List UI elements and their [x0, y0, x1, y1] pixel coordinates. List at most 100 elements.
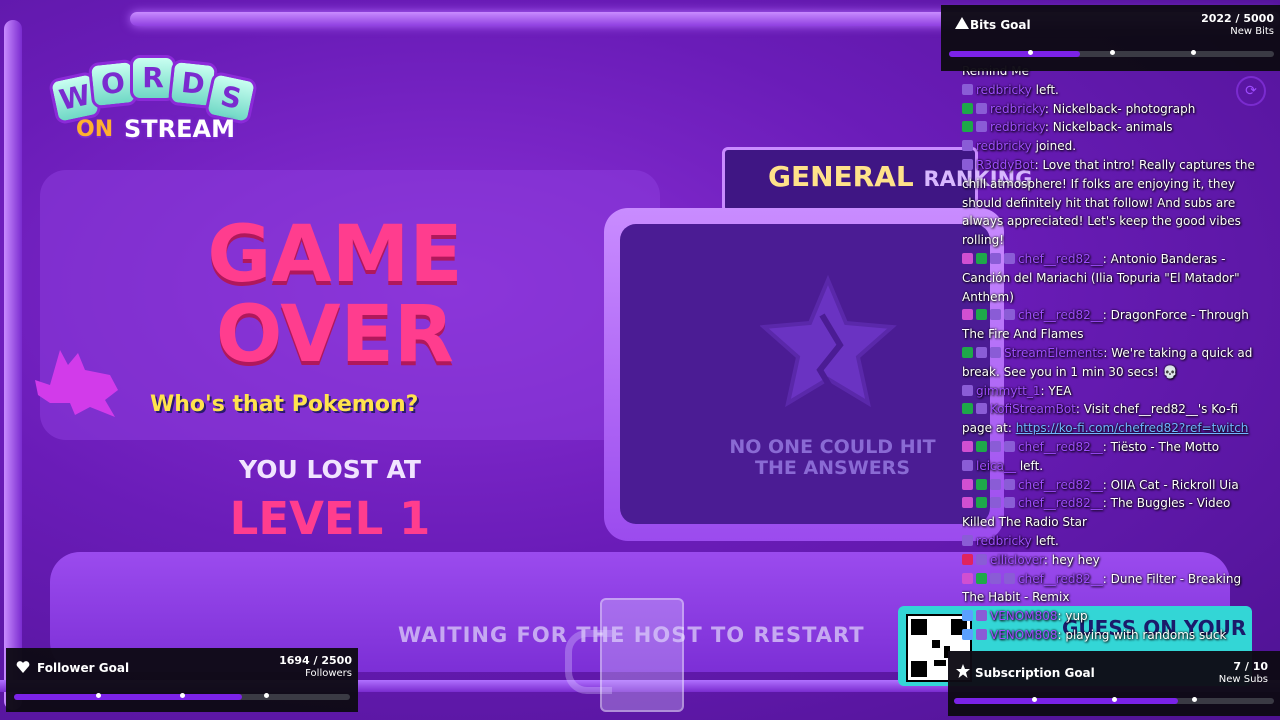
bits-goal-unit: New Bits: [1230, 26, 1274, 37]
mod-badge-icon: [962, 140, 973, 152]
mod-badge-icon: [976, 346, 987, 358]
mod-badge-icon: [990, 440, 1001, 452]
chat-username[interactable]: StreamElements: [1004, 346, 1103, 360]
logo-on: ON: [76, 117, 114, 142]
mod-badge-icon: [976, 628, 987, 640]
check-badge-icon: [962, 403, 973, 415]
sub-badge-icon: [962, 497, 973, 509]
chat-message: chef__red82__: Tiësto - The Motto: [962, 438, 1264, 457]
chat-username[interactable]: chef__red82__: [1018, 440, 1103, 454]
chat-separator: :: [1102, 308, 1111, 323]
goal-milestone-tick: [1109, 50, 1115, 55]
chat-message: VENOM808: playing with randoms suck: [962, 626, 1264, 645]
chat-text: Nickelback- photograph: [1052, 101, 1196, 116]
chat-username[interactable]: chef__red82__: [1018, 252, 1103, 266]
ranking-title-main: GENERAL: [768, 160, 914, 193]
chat-username[interactable]: VENOM808: [990, 609, 1057, 623]
chat-separator: :: [1043, 552, 1052, 567]
mod-badge-icon: [962, 534, 973, 546]
chat-text: OIIA Cat - Rickroll Uia: [1110, 477, 1239, 492]
goal-milestone-tick: [1032, 697, 1037, 702]
subscription-goal-title: Subscription Goal: [975, 666, 1095, 680]
chat-username[interactable]: chef__red82__: [1018, 496, 1103, 510]
sub-badge-icon: [962, 572, 973, 584]
chat-username[interactable]: elliclover: [990, 553, 1044, 567]
follower-goal-title: Follower Goal: [37, 661, 130, 675]
chat-message: elliclover: hey hey: [962, 551, 1264, 570]
chat-separator: :: [1102, 439, 1111, 454]
check-badge-icon: [976, 497, 987, 509]
check-badge-icon: [976, 252, 987, 264]
chat-text: YEA: [1048, 383, 1072, 398]
chat-message: chef__red82__: Antonio Banderas - Canció…: [962, 250, 1264, 306]
mod-badge-icon: [990, 346, 1001, 358]
chat-text: left.: [1035, 82, 1059, 97]
mod-badge-icon: [1004, 252, 1015, 264]
mod-badge-icon: [990, 497, 1001, 509]
bits-goal-count: 2022 / 5000: [1201, 12, 1274, 25]
chat-separator: :: [1044, 120, 1053, 135]
chat-link[interactable]: https://ko-fi.com/chefred82?ref=twitch: [1016, 421, 1249, 435]
mod-badge-icon: [962, 158, 973, 170]
chat-username[interactable]: redbricky: [976, 139, 1032, 153]
bits-goal-widget: Bits Goal 2022 / 5000 New Bits: [941, 5, 1280, 71]
chat-username[interactable]: leica__: [976, 459, 1016, 473]
sub-badge-icon: [962, 252, 973, 264]
chat-username[interactable]: chef__red82__: [1018, 572, 1103, 586]
bits-goal-current: 2022: [1201, 12, 1232, 25]
chat-text: Nickelback- animals: [1052, 120, 1173, 135]
chat-username[interactable]: redbricky: [976, 83, 1032, 97]
chat-feed[interactable]: Remind Me redbricky left. redbricky: Nicke…: [962, 62, 1264, 660]
chat-message: KofiStreamBot: Visit chef__red82__'s Ko-…: [962, 400, 1264, 438]
follower-goal-widget: Follower Goal 1694 / 2500 Followers: [6, 648, 358, 712]
chat-username[interactable]: chef__red82__: [1018, 478, 1103, 492]
you-lost-at-label: YOU LOST AT: [239, 455, 421, 484]
mod-badge-icon: [1004, 497, 1015, 509]
mod-badge-icon: [962, 459, 973, 471]
game-over-heading: GAME OVER: [207, 210, 463, 380]
frame-left-border: [4, 20, 22, 710]
chat-message: R3ddyBot: Love that intro! Really captur…: [962, 156, 1264, 250]
mod-badge-icon: [990, 478, 1001, 490]
chat-text: yup: [1065, 609, 1088, 624]
chat-username[interactable]: chef__red82__: [1018, 308, 1103, 322]
check-badge-icon: [962, 102, 973, 114]
chat-username[interactable]: redbricky: [976, 534, 1032, 548]
chat-settings-icon[interactable]: ⟳: [1236, 76, 1266, 106]
goal-milestone-tick: [180, 693, 185, 698]
chat-message: redbricky: Nickelback- photograph: [962, 100, 1264, 119]
chat-message: leica__ left.: [962, 457, 1264, 476]
chat-username[interactable]: gimmytt_1: [976, 384, 1040, 398]
follower-goal-bar: [14, 693, 350, 700]
mod-badge-icon: [990, 309, 1001, 321]
check-badge-icon: [962, 121, 973, 133]
bits-icon: [955, 17, 969, 29]
pokemon-overlay-text: Who's that Pokemon?: [150, 392, 419, 417]
tip-jar-mug: [600, 598, 684, 712]
chat-message: VENOM808: yup: [962, 607, 1264, 626]
chat-username[interactable]: KofiStreamBot: [990, 402, 1076, 416]
chat-username[interactable]: R3ddyBot: [976, 158, 1035, 172]
goal-milestone-tick: [1112, 697, 1117, 702]
chat-message: chef__red82__: DragonForce - Through The…: [962, 306, 1264, 344]
check-badge-icon: [976, 572, 987, 584]
mod-badge-icon: [976, 121, 987, 133]
mod-badge-icon: [1004, 309, 1015, 321]
chat-text: left.: [1035, 533, 1059, 548]
chat-username[interactable]: redbricky: [990, 102, 1045, 116]
chat-separator: :: [1102, 571, 1111, 586]
check-badge-icon: [962, 346, 973, 358]
chat-username[interactable]: redbricky: [990, 120, 1045, 134]
chat-separator: :: [1044, 101, 1053, 116]
pokemon-silhouette-icon: [35, 350, 118, 417]
heart-badge-icon: [962, 553, 973, 565]
mod-badge-icon: [1004, 440, 1015, 452]
subscription-goal-current: 7: [1233, 660, 1241, 673]
logo-stream: STREAM: [124, 115, 235, 143]
chat-username[interactable]: VENOM808: [990, 628, 1057, 642]
chat-message: chef__red82__: Dune Filter - Breaking Th…: [962, 570, 1264, 608]
star-icon: [956, 664, 970, 678]
chat-message: chef__red82__: OIIA Cat - Rickroll Uia: [962, 476, 1264, 495]
words-on-stream-logo: W O R D S ON STREAM: [47, 55, 259, 155]
sub-badge-icon: [962, 309, 973, 321]
